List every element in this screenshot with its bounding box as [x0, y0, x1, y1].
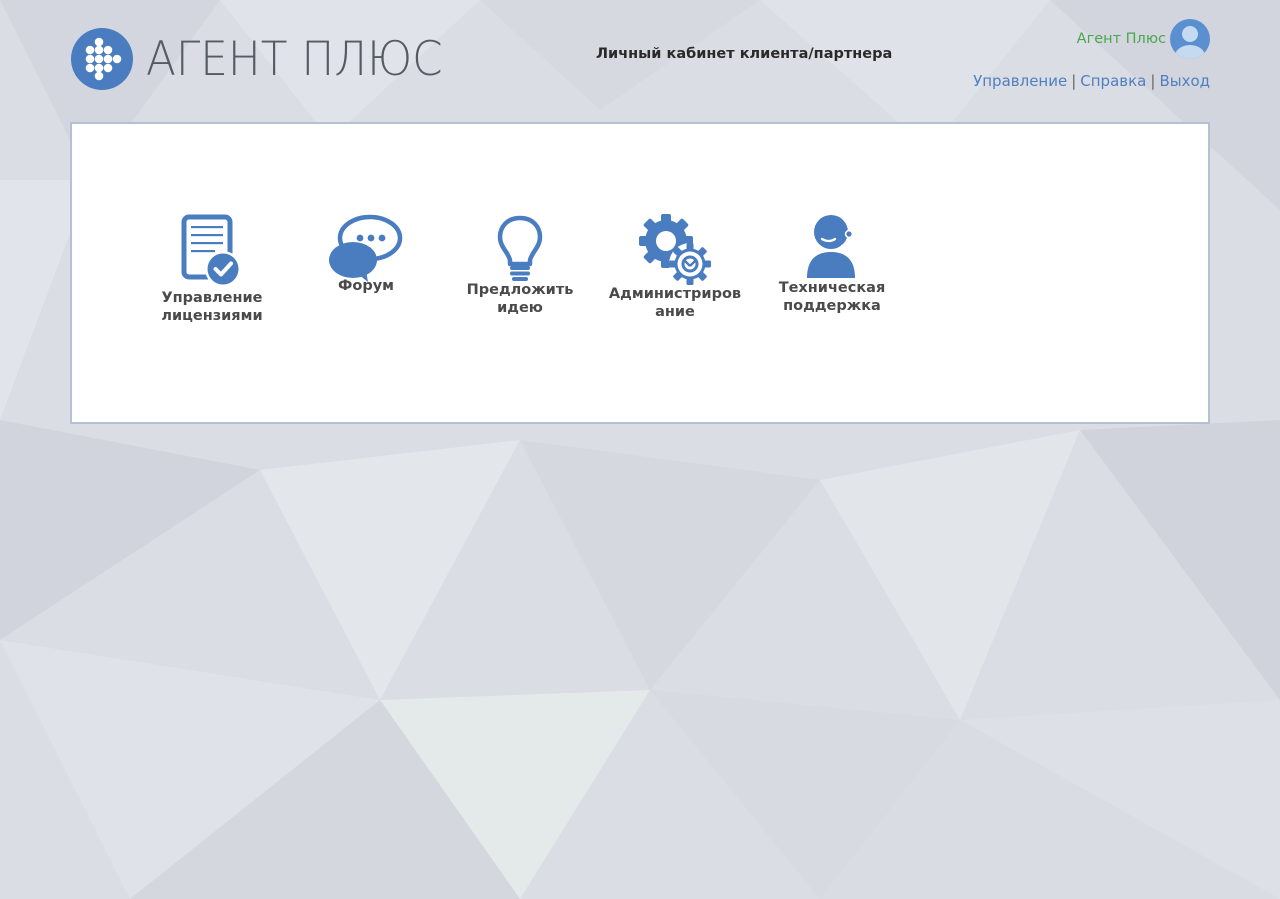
brand-logo[interactable]: АГЕНТ ПЛЮС [71, 28, 465, 90]
chat-bubbles-icon [329, 214, 403, 282]
tile-admin-label-line2: ание [655, 304, 695, 320]
tile-license-management[interactable]: Управление лицензиями [152, 214, 272, 325]
tile-license-label-line1: Управление [161, 290, 263, 306]
tile-forum-label: Форум [337, 278, 395, 294]
tile-suggest-idea[interactable]: Предложить идею [460, 214, 580, 317]
nav-separator: | [1071, 72, 1077, 90]
nav-separator: | [1150, 72, 1156, 90]
nav-link-management[interactable]: Управление [973, 72, 1067, 90]
support-agent-icon [807, 215, 855, 278]
brand-name: АГЕНТ ПЛЮС [146, 31, 443, 87]
tile-forum[interactable]: Форум [316, 214, 416, 295]
top-navigation: Управление | Справка | Выход [973, 72, 1210, 90]
tile-support-label-line2: поддержка [783, 298, 881, 314]
nav-link-logout[interactable]: Выход [1159, 72, 1210, 90]
user-profile[interactable]: Агент Плюс [1077, 19, 1210, 59]
tile-tech-support[interactable]: Техническая поддержка [767, 214, 897, 315]
lightbulb-icon [497, 215, 543, 281]
main-panel: Управление лицензиями Форум Предложить и… [70, 122, 1210, 424]
tile-admin-label-line1: Администриров [608, 286, 742, 302]
page-subtitle: Личный кабинет клиента/партнера [596, 46, 893, 62]
tile-license-label-line2: лицензиями [161, 308, 263, 324]
tile-support-label-line1: Техническая [778, 280, 886, 296]
gears-icon [639, 214, 711, 285]
tile-idea-label-line1: Предложить [466, 282, 574, 298]
tile-idea-label-line2: идею [497, 300, 543, 316]
nav-link-help[interactable]: Справка [1080, 72, 1146, 90]
user-name-link[interactable]: Агент Плюс [1077, 31, 1166, 47]
tile-administration[interactable]: Администриров ание [606, 214, 744, 321]
avatar-icon[interactable] [1170, 19, 1210, 59]
license-check-icon [181, 214, 241, 287]
brand-logo-icon [71, 28, 133, 90]
